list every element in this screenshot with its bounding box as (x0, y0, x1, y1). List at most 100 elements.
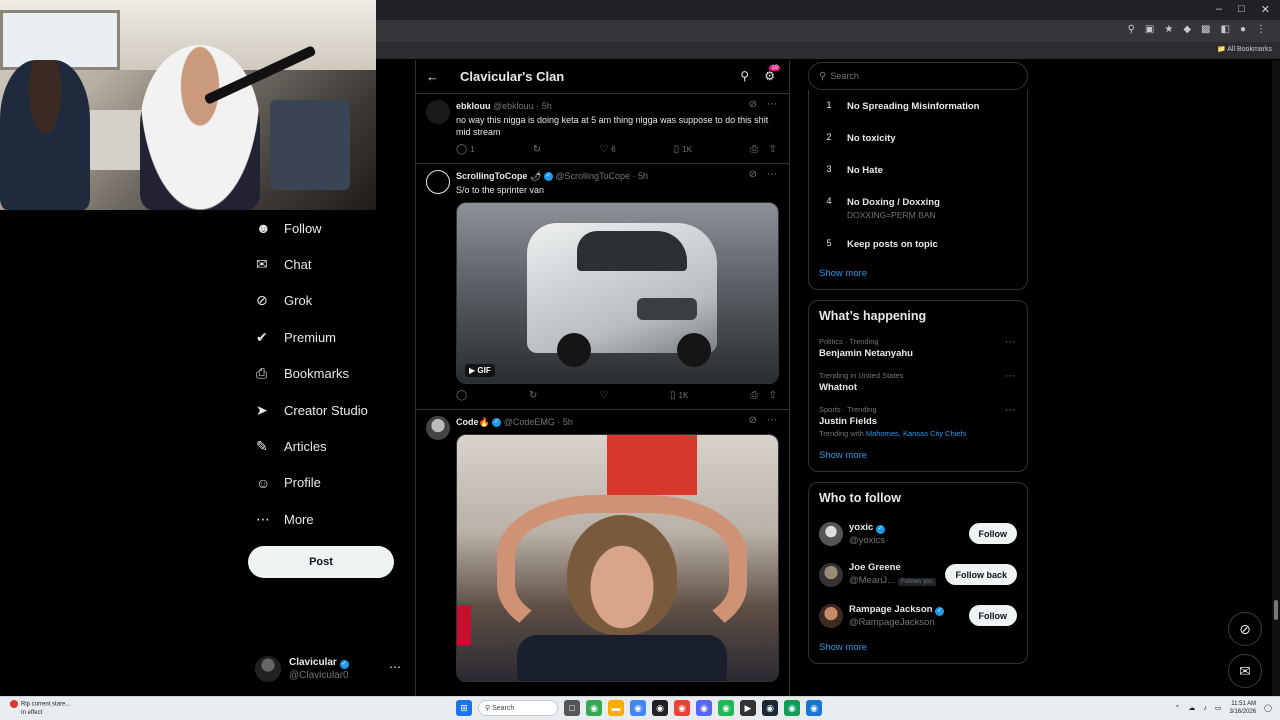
follow-suggestion[interactable]: Rampage Jackson ✓ @RampageJackson Follow (819, 595, 1017, 636)
rule-item[interactable]: 4 No Doxing / Doxxing DOXXING=PERM BAN (819, 188, 1017, 230)
close-icon[interactable]: ✕ (1261, 3, 1270, 16)
like-button[interactable]: ♡ (599, 390, 608, 401)
tweet[interactable]: ebklouu @ebklouu · 5h ⊘ ⋯ no way this ni… (416, 94, 789, 164)
nav-item-follow[interactable]: ☻ Follow (248, 210, 408, 246)
trends-show-more-link[interactable]: Show more (819, 444, 867, 461)
trend-with-links[interactable]: Mahomes, Kansas City Chiefs (866, 429, 966, 438)
nav-item-creator-studio[interactable]: ➤ Creator Studio (248, 392, 408, 428)
chrome-icon[interactable]: ◉ (586, 700, 602, 716)
steam-icon[interactable]: ◉ (762, 700, 778, 716)
rule-item[interactable]: 5 Keep posts on topic (819, 230, 1017, 262)
avatar[interactable] (426, 100, 450, 124)
tweet[interactable]: ScrollingToCope 🌶 ✓ @ScrollingToCope · 5… (416, 164, 789, 410)
like-button[interactable]: ♡ 6 (599, 144, 615, 155)
tweet-author-handle[interactable]: @ScrollingToCope (555, 171, 630, 181)
more-icon[interactable]: ⋯ (1005, 337, 1015, 348)
nav-item-articles[interactable]: ✎ Articles (248, 428, 408, 464)
tweet-author-handle[interactable]: @ebklouu (493, 101, 534, 111)
grok-icon[interactable]: ⊘ (749, 169, 757, 180)
follow-suggestion[interactable]: yoxic ✓ @yoxics Follow (819, 513, 1017, 554)
more-icon[interactable]: ⋯ (1005, 371, 1015, 382)
grok-icon[interactable]: ⊘ (749, 99, 757, 110)
app-icon[interactable]: ◉ (784, 700, 800, 716)
clock[interactable]: 11:51 AM 3/16/2026 (1229, 700, 1256, 716)
search-input[interactable]: ⚲ Search (808, 62, 1028, 90)
reply-button[interactable]: ◯ (456, 390, 467, 401)
extension-icon[interactable]: ◆ (1183, 24, 1191, 35)
avatar[interactable] (819, 521, 843, 546)
follow-button[interactable]: Follow (968, 605, 1017, 626)
puzzle-icon[interactable]: ▩ (1201, 24, 1210, 35)
tweet-author-name[interactable]: ebklouu (456, 101, 491, 111)
taskbar-search[interactable]: ⚲ Search (478, 700, 558, 716)
tweet[interactable]: Code🔥 ✓ @CodeEMG · 5h ⊘ ⋯ (416, 410, 789, 690)
sidebar-icon[interactable]: ◧ (1221, 24, 1230, 35)
app-icon[interactable]: ◉ (806, 700, 822, 716)
rule-item[interactable]: 1 No Spreading Misinformation (819, 92, 1017, 124)
grok-icon[interactable]: ⊘ (749, 415, 757, 426)
app-icon[interactable]: ◉ (652, 700, 668, 716)
avatar[interactable] (819, 603, 843, 628)
tweet-author-handle[interactable]: @CodeEMG (504, 417, 555, 427)
share-icon[interactable]: ⇧ (769, 390, 777, 401)
more-icon[interactable]: ⋯ (767, 169, 777, 180)
avatar[interactable] (426, 416, 450, 440)
trend-item[interactable]: Sports · Trending Justin Fields Trending… (819, 399, 1017, 444)
account-switcher[interactable]: Clavicular ✓ @Clavicular0 ⋯ (255, 654, 405, 684)
tweet-time[interactable]: · 5h (536, 101, 552, 111)
nav-item-chat[interactable]: ✉ Chat (248, 246, 408, 282)
weather-widget[interactable]: Rip current stare... In effect (10, 700, 70, 717)
tweet-author-name[interactable]: Code (456, 417, 479, 427)
tray-chevron-icon[interactable]: ⌃ (1174, 704, 1180, 712)
zoom-icon[interactable]: ⚲ (1128, 24, 1135, 35)
nav-item-premium[interactable]: ✔ Premium (248, 319, 408, 355)
search-icon[interactable]: ⚲ (740, 69, 749, 83)
windows-start-icon[interactable]: ⊞ (456, 700, 472, 716)
nav-item-bookmarks[interactable]: ⎙ Bookmarks (248, 356, 408, 392)
follow-back-button[interactable]: Follow back (945, 564, 1017, 585)
spotify-icon[interactable]: ◉ (718, 700, 734, 716)
minimize-icon[interactable]: – (1216, 3, 1222, 16)
cast-icon[interactable]: ▣ (1145, 24, 1154, 35)
page-scrollbar[interactable] (1272, 60, 1280, 696)
views-button[interactable]: ▯ 1K (674, 144, 692, 155)
bookmark-icon[interactable]: ⎙ (750, 144, 758, 155)
rule-item[interactable]: 3 No Hate (819, 156, 1017, 188)
gif-badge[interactable]: ▶ GIF (465, 364, 495, 377)
profile-avatar-icon[interactable]: ● (1240, 24, 1246, 35)
more-icon[interactable]: ⋯ (767, 99, 777, 110)
back-arrow-icon[interactable]: ← (426, 69, 452, 84)
share-icon[interactable]: ⇧ (769, 144, 777, 155)
maximize-icon[interactable]: □ (1238, 3, 1245, 16)
tweet-media-image[interactable] (456, 434, 779, 682)
tweet-time[interactable]: · 5h (557, 417, 573, 427)
browser-menu-icon[interactable]: ⋮ (1256, 24, 1266, 35)
terminal-icon[interactable]: ▶ (740, 700, 756, 716)
repost-button[interactable]: ↻ (529, 390, 537, 401)
tweet-time[interactable]: · 5h (633, 171, 649, 181)
more-icon[interactable]: ⋯ (767, 415, 777, 426)
gear-icon[interactable]: ⚙ (764, 69, 775, 83)
nav-item-more[interactable]: ⋯ More (248, 501, 408, 537)
volume-icon[interactable]: ♪ (1203, 705, 1207, 712)
reply-button[interactable]: ◯ 1 (456, 144, 475, 155)
nav-item-grok[interactable]: ⊘ Grok (248, 283, 408, 319)
repost-button[interactable]: ↻ (533, 144, 541, 155)
avatar[interactable] (819, 562, 843, 587)
all-bookmarks-button[interactable]: 📁 All Bookmarks (1217, 45, 1272, 53)
nav-item-profile[interactable]: ☺ Profile (248, 465, 408, 501)
file-explorer-icon[interactable]: ▬ (608, 700, 624, 716)
follow-suggestion[interactable]: Joe Greene @MeanJ... Follows you Follow b… (819, 554, 1017, 595)
task-view-icon[interactable]: □ (564, 700, 580, 716)
messages-fab[interactable]: ✉ (1228, 654, 1262, 688)
app-icon[interactable]: ◉ (630, 700, 646, 716)
avatar[interactable] (426, 170, 450, 194)
tweet-author-name[interactable]: ScrollingToCope (456, 171, 527, 181)
notifications-icon[interactable]: ◯ (1264, 704, 1272, 712)
rule-item[interactable]: 2 No toxicity (819, 124, 1017, 156)
more-icon[interactable]: ⋯ (1005, 405, 1015, 416)
network-icon[interactable]: ☁ (1188, 704, 1195, 712)
scrollbar-thumb[interactable] (1274, 600, 1278, 620)
battery-icon[interactable]: ▭ (1215, 704, 1222, 712)
rules-show-more-link[interactable]: Show more (819, 262, 867, 279)
